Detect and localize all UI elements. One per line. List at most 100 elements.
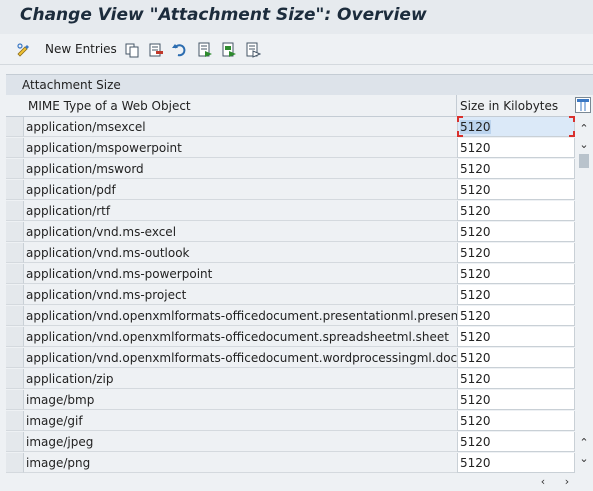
vertical-scroll-thumb[interactable] [579, 154, 589, 168]
table-row[interactable]: application/msexcel 5120 [6, 116, 575, 137]
row-selector[interactable] [6, 348, 24, 368]
horizontal-scrollbar[interactable]: ‹ › [6, 473, 593, 491]
table-row[interactable]: image/gif 5120 [6, 411, 575, 431]
change-display-button[interactable] [16, 40, 30, 58]
scroll-left-arrow-icon[interactable]: ‹ [536, 475, 550, 489]
mime-type-cell: application/vnd.ms-powerpoint [24, 264, 457, 284]
mime-type-cell: application/msexcel [24, 117, 457, 137]
size-input-field[interactable]: 5120 [457, 432, 575, 452]
table-row[interactable]: application/vnd.openxmlformats-officedoc… [6, 348, 575, 368]
mime-type-cell: application/rtf [24, 201, 457, 221]
row-selector[interactable] [6, 390, 24, 410]
new-entries-button[interactable]: New Entries [45, 40, 117, 58]
scroll-page-down-icon[interactable]: ⌄ [577, 452, 591, 466]
table-row[interactable]: application/vnd.ms-project 5120 [6, 285, 575, 305]
page-title: Change View "Attachment Size": Overview [20, 5, 427, 25]
scroll-up-arrow-icon[interactable]: ⌃ [577, 122, 591, 136]
size-input-field[interactable]: 5120 [457, 243, 575, 263]
size-input-field[interactable]: 5120 [457, 390, 575, 410]
row-selector[interactable] [6, 201, 24, 221]
size-input-field[interactable]: 5120 [457, 116, 575, 137]
undo-icon [172, 42, 186, 57]
row-selector[interactable] [6, 222, 24, 242]
deselect-all-button[interactable] [245, 40, 262, 58]
table-settings-icon [577, 99, 591, 113]
mime-type-cell: application/vnd.openxmlformats-officedoc… [24, 327, 457, 347]
delete-button[interactable] [148, 40, 163, 58]
column-configuration-button[interactable] [575, 97, 591, 113]
size-input-field[interactable]: 5120 [457, 264, 575, 284]
table-row[interactable]: application/vnd.ms-outlook 5120 [6, 243, 575, 263]
mime-type-text: application/msword [26, 162, 144, 176]
row-selector[interactable] [6, 243, 24, 263]
table-row[interactable]: application/vnd.ms-powerpoint 5120 [6, 264, 575, 284]
size-input-field[interactable]: 5120 [457, 327, 575, 347]
column-header-mime-type[interactable]: MIME Type of a Web Object [28, 99, 191, 113]
size-value: 5120 [460, 267, 491, 281]
row-selector[interactable] [6, 180, 24, 200]
mime-type-text: application/vnd.openxmlformats-officedoc… [26, 309, 494, 323]
row-selector[interactable] [6, 117, 24, 137]
size-input-field[interactable]: 5120 [457, 201, 575, 221]
new-entries-label: New Entries [45, 42, 117, 56]
size-input-field[interactable]: 5120 [457, 138, 575, 158]
size-value: 5120 [460, 183, 491, 197]
size-input-field[interactable]: 5120 [457, 306, 575, 326]
size-input-field[interactable]: 5120 [457, 222, 575, 242]
size-value: 5120 [460, 414, 491, 428]
deselect-all-icon [245, 42, 262, 58]
size-input-field[interactable]: 5120 [457, 453, 575, 473]
scroll-page-up-icon[interactable]: ⌃ [577, 436, 591, 450]
table-row[interactable]: image/jpeg 5120 [6, 432, 575, 452]
table-row[interactable]: application/vnd.openxmlformats-officedoc… [6, 306, 575, 326]
delete-icon [148, 42, 163, 57]
title-bar: Change View "Attachment Size": Overview [0, 0, 593, 34]
select-block-button[interactable] [221, 40, 236, 58]
table-title: Attachment Size [22, 78, 121, 92]
table-row[interactable]: application/pdf 5120 [6, 180, 575, 200]
row-selector[interactable] [6, 453, 24, 473]
row-selector[interactable] [6, 264, 24, 284]
row-selector[interactable] [6, 306, 24, 326]
mime-type-text: application/vnd.ms-outlook [26, 246, 190, 260]
row-selector[interactable] [6, 369, 24, 389]
mime-type-cell: application/msword [24, 159, 457, 179]
table-row[interactable]: application/msword 5120 [6, 159, 575, 179]
table-row[interactable]: application/vnd.ms-excel 5120 [6, 222, 575, 242]
row-selector[interactable] [6, 285, 24, 305]
scroll-right-arrow-icon[interactable]: › [560, 475, 574, 489]
size-value: 5120 [460, 141, 491, 155]
column-header-size[interactable]: Size in Kilobytes [460, 99, 558, 113]
size-input-field[interactable]: 5120 [457, 411, 575, 431]
column-separator[interactable] [456, 95, 457, 116]
size-value: 5120 [460, 120, 491, 134]
mime-type-cell: application/zip [24, 369, 457, 389]
row-selector[interactable] [6, 327, 24, 347]
mime-type-cell: image/jpeg [24, 432, 457, 452]
table-row[interactable]: application/vnd.openxmlformats-officedoc… [6, 327, 575, 347]
size-input-field[interactable]: 5120 [457, 348, 575, 368]
size-input-field[interactable]: 5120 [457, 180, 575, 200]
size-input-field[interactable]: 5120 [457, 159, 575, 179]
table-row[interactable]: image/png 5120 [6, 453, 575, 473]
row-selector[interactable] [6, 138, 24, 158]
mime-type-text: application/vnd.ms-excel [26, 225, 177, 239]
mime-type-cell: application/vnd.ms-excel [24, 222, 457, 242]
size-input-field[interactable]: 5120 [457, 285, 575, 305]
size-input-field[interactable]: 5120 [457, 369, 575, 389]
mime-type-cell: application/vnd.openxmlformats-officedoc… [24, 306, 493, 326]
table-title-bar: Attachment Size [6, 74, 593, 95]
table-row[interactable]: application/zip 5120 [6, 369, 575, 389]
row-selector[interactable] [6, 432, 24, 452]
table-row[interactable]: application/rtf 5120 [6, 201, 575, 221]
select-all-button[interactable] [197, 40, 212, 58]
size-value: 5120 [460, 330, 491, 344]
table-row[interactable]: image/bmp 5120 [6, 390, 575, 410]
copy-button[interactable] [124, 40, 139, 58]
row-selector[interactable] [6, 411, 24, 431]
vertical-scrollbar[interactable]: ⌃ ⌄ ⌃ ⌄ [575, 116, 593, 471]
undo-button[interactable] [172, 40, 186, 58]
row-selector[interactable] [6, 159, 24, 179]
table-row[interactable]: application/mspowerpoint 5120 [6, 138, 575, 158]
scroll-down-arrow-icon[interactable]: ⌄ [577, 138, 591, 152]
